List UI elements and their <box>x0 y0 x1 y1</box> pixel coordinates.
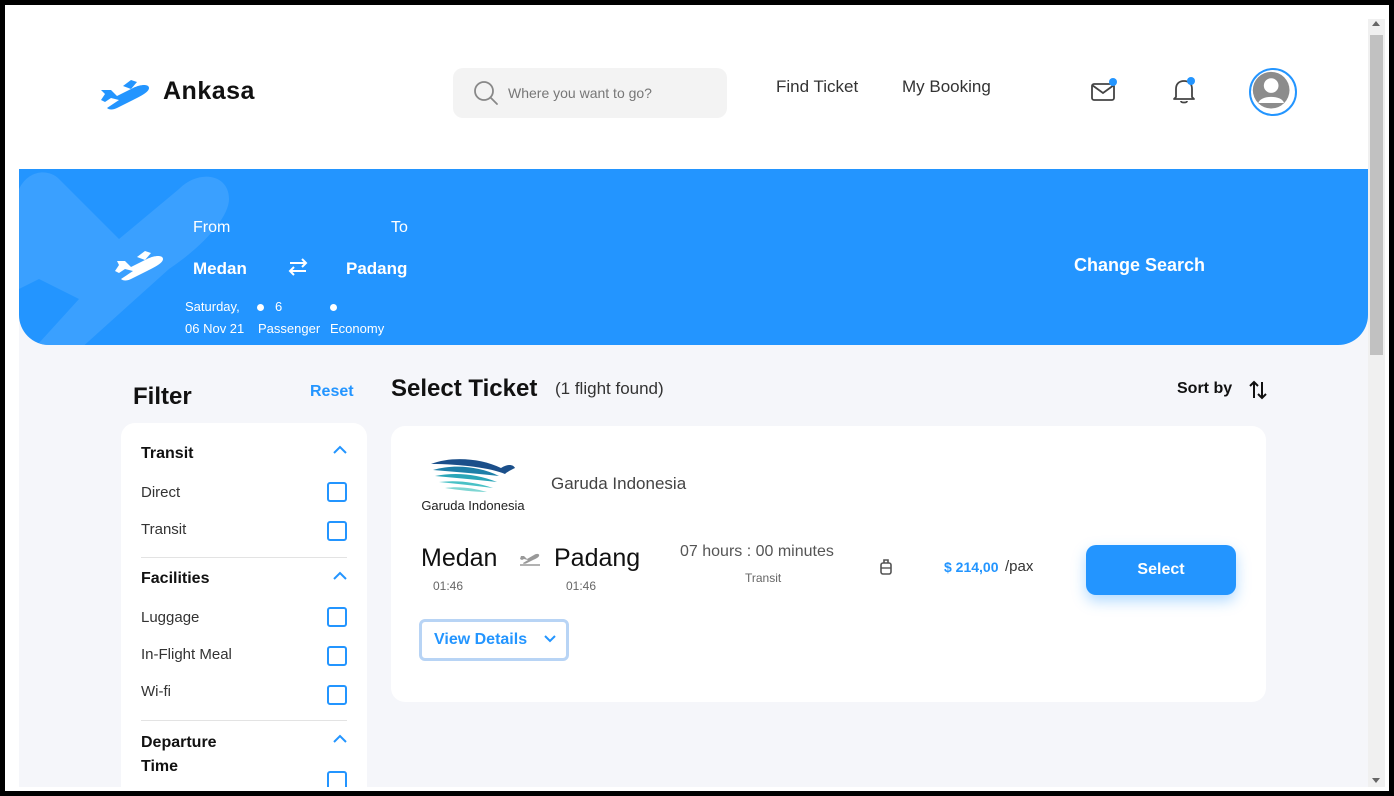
seat-class: Economy <box>330 321 385 336</box>
filter-option-in-flight-meal: In-Flight Meal <box>141 646 232 663</box>
luggage-icon <box>880 559 892 575</box>
passenger-count: 6 <box>275 299 283 314</box>
airplane-icon <box>115 251 163 281</box>
search-summary-banner: From To Medan Padang Saturday, 06 Nov 21… <box>19 169 1368 345</box>
view-details-button[interactable]: View Details <box>419 619 569 661</box>
view-details-label: View Details <box>434 631 528 648</box>
departure-time: 01:46 <box>433 579 464 593</box>
travel-day: Saturday, <box>185 299 240 314</box>
filter-option-luggage: Luggage <box>141 609 200 626</box>
scroll-up-arrow-icon[interactable] <box>1372 21 1380 26</box>
filter-section-transit[interactable]: Transit <box>141 442 193 466</box>
checkbox-departure-time[interactable] <box>327 771 347 787</box>
airplane-logo-icon <box>101 80 149 110</box>
sort-icon[interactable] <box>1247 379 1269 401</box>
change-search-button[interactable]: Change Search <box>1074 255 1205 276</box>
chevron-up-icon[interactable] <box>333 571 347 581</box>
filter-section-departure-time[interactable]: Departure Time <box>141 731 251 779</box>
checkbox-in-flight-meal[interactable] <box>327 646 347 666</box>
separator-dot <box>257 304 264 311</box>
scroll-down-arrow-icon[interactable] <box>1372 778 1380 783</box>
search-icon <box>474 81 498 105</box>
from-city: Medan <box>193 259 247 278</box>
select-ticket-button[interactable]: Select <box>1086 545 1236 595</box>
select-ticket-title: Select Ticket <box>391 375 538 402</box>
checkbox-direct[interactable] <box>327 482 347 502</box>
passenger-label: Passenger <box>258 321 321 336</box>
travel-date: 06 Nov 21 <box>185 321 245 336</box>
arrival-time: 01:46 <box>566 579 597 593</box>
separator-dot <box>330 304 337 311</box>
frame-inner: Ankasa Find Ticket My Booking <box>5 5 1389 791</box>
nav-my-booking[interactable]: My Booking <box>902 77 991 97</box>
swap-icon <box>288 258 308 276</box>
divider <box>141 720 347 721</box>
filter-option-transit: Transit <box>141 521 187 538</box>
vertical-scrollbar[interactable] <box>1368 19 1385 787</box>
flight-count: (1 flight found) <box>555 379 664 398</box>
ticket-to-city: Padang <box>554 544 641 572</box>
airplane-icon <box>520 553 540 566</box>
brand-name[interactable]: Ankasa <box>163 77 255 106</box>
garuda-bird-icon <box>431 459 515 492</box>
filter-section-facilities[interactable]: Facilities <box>141 567 209 591</box>
notification-bell-icon[interactable] <box>1170 75 1198 105</box>
checkbox-wifi[interactable] <box>327 685 347 705</box>
checkbox-luggage[interactable] <box>327 607 347 627</box>
ticket-from-city: Medan <box>421 544 498 572</box>
reset-filter-button[interactable]: Reset <box>310 383 354 401</box>
ticket-price: $ 214,00 <box>944 559 999 575</box>
airline-logo: Garuda Indonesia <box>421 452 525 518</box>
filter-option-wifi: Wi-fi <box>141 683 171 700</box>
filter-title: Filter <box>133 383 192 410</box>
divider <box>141 557 347 558</box>
to-label: To <box>391 219 408 236</box>
airline-logo-text: Garuda Indonesia <box>421 498 525 513</box>
screen-frame: Ankasa Find Ticket My Booking <box>0 0 1394 796</box>
user-placeholder-icon <box>1252 71 1290 109</box>
price-unit: /pax <box>1005 558 1034 575</box>
transit-info: Transit <box>745 571 782 585</box>
airline-name: Garuda Indonesia <box>551 474 687 493</box>
browser-viewport: Ankasa Find Ticket My Booking <box>19 19 1385 787</box>
sort-by-button[interactable]: Sort by <box>1177 380 1232 398</box>
filter-panel: Transit Direct Transit Facilities Luggag… <box>121 423 367 787</box>
flight-duration: 07 hours : 00 minutes <box>680 543 834 560</box>
user-avatar[interactable] <box>1249 68 1297 116</box>
chevron-up-icon[interactable] <box>333 445 347 455</box>
search-box[interactable] <box>453 68 727 118</box>
filter-option-direct: Direct <box>141 484 181 501</box>
ticket-card: Garuda Indonesia Garuda Indonesia Medan … <box>391 426 1266 702</box>
from-label: From <box>193 219 231 236</box>
search-input[interactable] <box>508 68 718 118</box>
to-city: Padang <box>346 259 408 278</box>
checkbox-transit[interactable] <box>327 521 347 541</box>
chevron-down-icon <box>544 635 556 643</box>
scroll-thumb[interactable] <box>1370 35 1383 355</box>
mail-icon[interactable] <box>1090 76 1118 104</box>
chevron-up-icon[interactable] <box>333 734 347 744</box>
nav-find-ticket[interactable]: Find Ticket <box>776 77 858 97</box>
top-header: Ankasa Find Ticket My Booking <box>19 19 1368 169</box>
